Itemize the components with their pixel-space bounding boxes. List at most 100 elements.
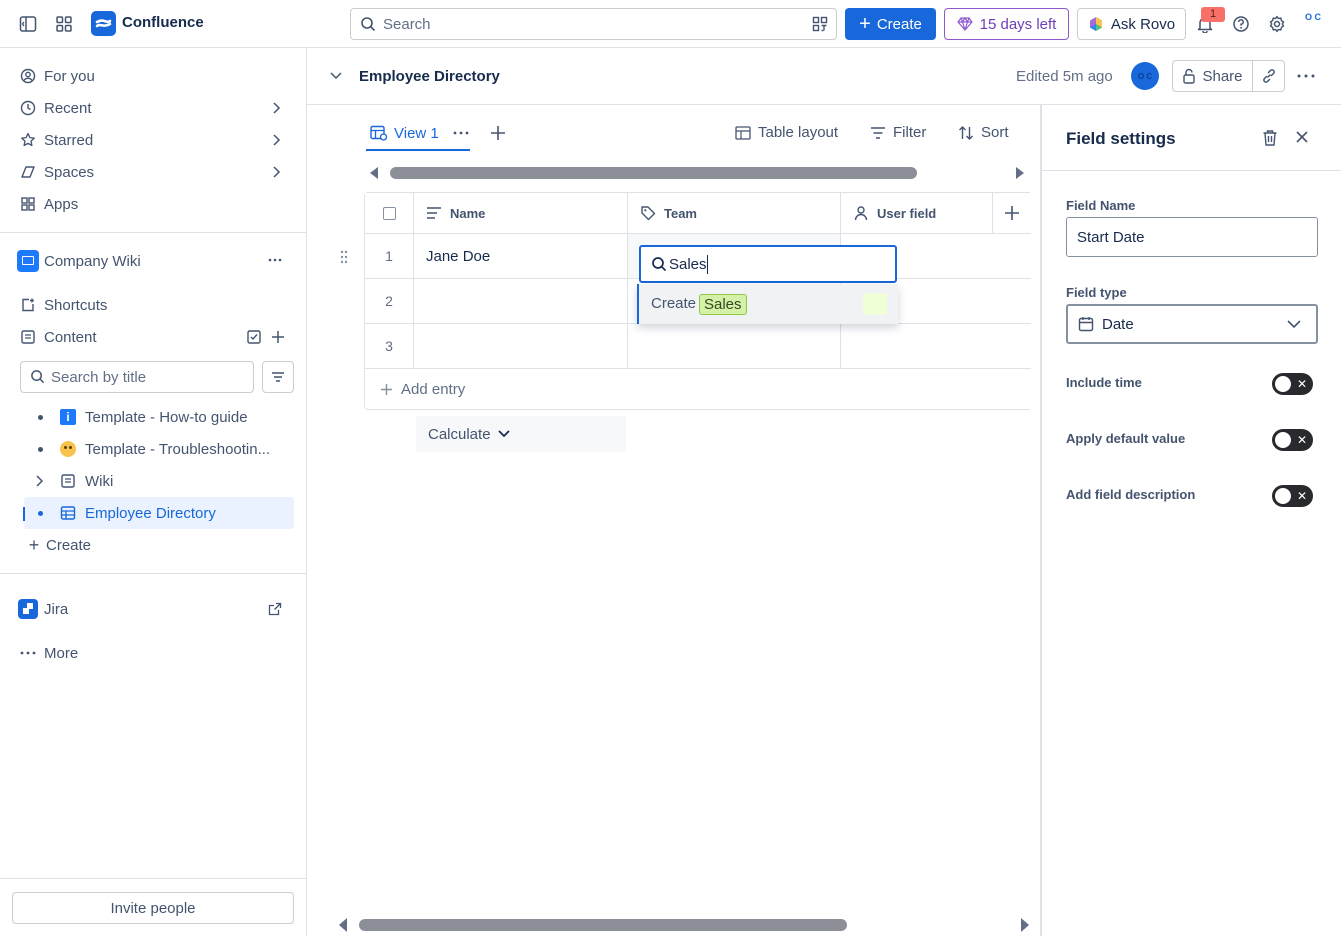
sidebar-item-label: More: [44, 644, 79, 662]
thinking-emoji-icon: [59, 440, 77, 458]
help-icon[interactable]: [1229, 12, 1253, 36]
content-search-input[interactable]: Search by title: [20, 361, 254, 393]
include-time-toggle[interactable]: ✕: [1272, 373, 1313, 395]
app-name[interactable]: Confluence: [122, 14, 204, 31]
page-horizontal-scrollbar[interactable]: [337, 918, 1033, 932]
tree-item-troubleshooting[interactable]: Template - Troubleshootin...: [24, 433, 294, 465]
tree-item-wiki[interactable]: Wiki: [24, 465, 294, 497]
create-option-menu-item[interactable]: Create Sales: [637, 284, 898, 324]
scroll-left-arrow-icon[interactable]: [337, 918, 349, 932]
sort-button[interactable]: Sort: [958, 124, 1009, 141]
sidebar-item-recent[interactable]: Recent: [12, 92, 294, 124]
external-link-icon[interactable]: [268, 602, 282, 616]
trial-button[interactable]: 15 days left: [944, 8, 1069, 40]
close-icon[interactable]: [1295, 130, 1309, 144]
confluence-logo-icon[interactable]: [91, 11, 116, 36]
active-indicator: [23, 507, 25, 521]
drag-handle-icon[interactable]: [340, 250, 348, 264]
sidebar-create-button[interactable]: + Create: [22, 529, 304, 561]
view-label: View 1: [394, 124, 439, 142]
owner-avatar[interactable]: O C: [1131, 62, 1159, 90]
filter-button[interactable]: Filter: [870, 124, 926, 141]
clock-icon: [12, 100, 44, 116]
tab-view-1[interactable]: View 1: [370, 122, 469, 144]
create-button[interactable]: + Create: [845, 8, 936, 40]
notification-count-badge: 1: [1201, 7, 1225, 22]
content-filter-button[interactable]: [262, 361, 294, 393]
view-more-icon[interactable]: [453, 130, 469, 136]
column-header-user-field[interactable]: User field: [841, 193, 993, 234]
option-chip: Sales: [699, 294, 747, 315]
field-name-input[interactable]: Start Date: [1066, 217, 1318, 257]
search-filter-icon[interactable]: [812, 16, 828, 32]
create-option-label: Create: [651, 295, 697, 312]
apply-default-value-toggle[interactable]: ✕: [1272, 429, 1313, 451]
table-cell-name[interactable]: [414, 324, 628, 369]
ask-rovo-button[interactable]: Ask Rovo: [1077, 8, 1186, 40]
add-content-icon[interactable]: [270, 329, 286, 345]
expand-chevron-icon[interactable]: [34, 474, 44, 488]
filter-icon: [270, 369, 286, 385]
sidebar-item-jira[interactable]: Jira: [12, 593, 294, 625]
jira-logo-icon: [12, 599, 44, 619]
scrollbar-thumb[interactable]: [359, 919, 847, 931]
page-more-icon[interactable]: [1297, 73, 1315, 79]
scroll-left-arrow-icon[interactable]: [368, 167, 380, 179]
team-option-search-input[interactable]: Sales: [639, 245, 897, 283]
sidebar-item-spaces[interactable]: Spaces: [12, 156, 294, 188]
add-view-icon[interactable]: [489, 124, 507, 142]
table-layout-button[interactable]: Table layout: [735, 124, 838, 141]
table-horizontal-scrollbar[interactable]: [366, 167, 1030, 179]
copy-link-button[interactable]: [1253, 60, 1285, 92]
sidebar-item-apps[interactable]: Apps: [12, 188, 294, 220]
space-company-wiki[interactable]: Company Wiki: [12, 245, 294, 277]
option-color-swatch[interactable]: [863, 293, 887, 315]
share-button[interactable]: Share: [1172, 60, 1253, 92]
sidebar-item-more[interactable]: More: [12, 637, 294, 669]
content-checklist-icon[interactable]: [246, 329, 262, 345]
add-field-description-toggle[interactable]: ✕: [1272, 485, 1313, 507]
sidebar-toggle-icon[interactable]: [16, 12, 40, 36]
calculate-dropdown[interactable]: Calculate: [416, 416, 626, 452]
table-view-icon: [370, 125, 388, 141]
active-tab-indicator: [366, 149, 470, 151]
scrollbar-thumb[interactable]: [390, 167, 917, 179]
row-number: 1: [365, 234, 414, 279]
global-search-input[interactable]: Search: [350, 8, 837, 40]
edited-timestamp[interactable]: Edited 5m ago: [1016, 68, 1113, 85]
table-cell-name[interactable]: [414, 279, 628, 324]
chevron-right-icon[interactable]: [270, 165, 282, 179]
more-options-icon[interactable]: [268, 253, 282, 267]
field-type-select[interactable]: Date: [1066, 304, 1318, 344]
scroll-right-arrow-icon[interactable]: [1019, 918, 1031, 932]
settings-gear-icon[interactable]: [1265, 12, 1289, 36]
content-search-placeholder: Search by title: [51, 369, 147, 386]
table-cell-name[interactable]: Jane Doe: [414, 234, 628, 279]
trash-icon[interactable]: [1262, 129, 1278, 147]
sidebar-item-for-you[interactable]: For you: [12, 60, 294, 92]
table-cell-user-field[interactable]: [841, 324, 1031, 369]
table-cell-team[interactable]: [628, 324, 841, 369]
sidebar-item-starred[interactable]: Starred: [12, 124, 294, 156]
chevron-down-icon: [1286, 318, 1302, 330]
table-icon: [735, 125, 751, 140]
chevron-right-icon[interactable]: [270, 133, 282, 147]
tree-item-employee-directory[interactable]: Employee Directory: [24, 497, 294, 529]
toggle-knob: [1275, 488, 1291, 504]
invite-people-button[interactable]: Invite people: [12, 892, 294, 924]
add-column-button[interactable]: [993, 193, 1031, 234]
chevron-right-icon[interactable]: [270, 101, 282, 115]
column-header-name[interactable]: Name: [414, 193, 628, 234]
add-entry-button[interactable]: Add entry: [380, 381, 465, 398]
tree-item-how-to-guide[interactable]: i Template - How-to guide: [24, 401, 294, 433]
sidebar-item-content[interactable]: Content: [12, 321, 294, 353]
scroll-right-arrow-icon[interactable]: [1014, 167, 1026, 179]
select-all-header: [365, 193, 414, 234]
app-switcher-icon[interactable]: [52, 12, 76, 36]
user-avatar[interactable]: O C: [1299, 12, 1327, 36]
collapse-chevron-icon[interactable]: [329, 70, 343, 82]
column-header-team[interactable]: Team: [628, 193, 841, 234]
sidebar-item-shortcuts[interactable]: Shortcuts: [12, 289, 294, 321]
sort-label: Sort: [981, 124, 1009, 141]
select-all-checkbox[interactable]: [382, 206, 396, 220]
